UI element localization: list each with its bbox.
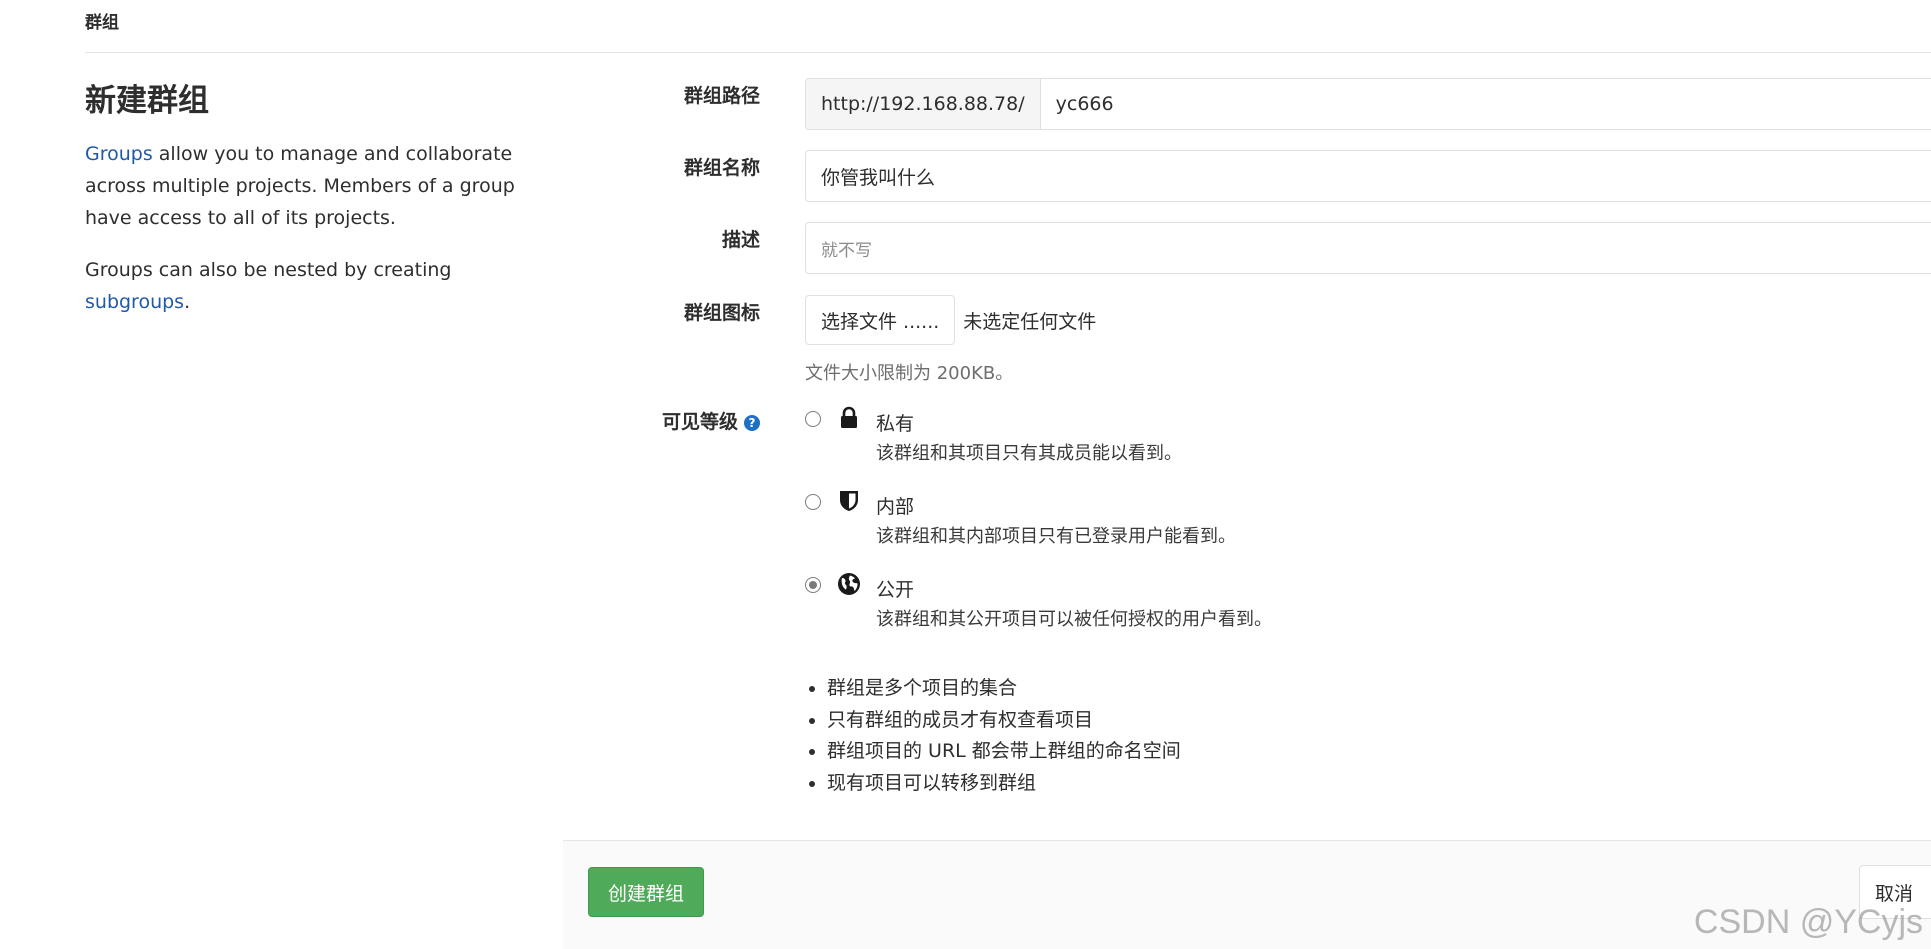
subgroups-link[interactable]: subgroups [85,291,184,313]
list-item: 群组是多个项目的集合 [827,673,1181,705]
description-input[interactable]: 就不写 [805,222,1931,274]
public-description: 该群组和其公开项目可以被任何授权的用户看到。 [876,605,1272,631]
visibility-label-wrap: 可见等级? [560,407,760,434]
file-size-help: 文件大小限制为 200KB。 [805,359,1931,385]
question-circle-icon[interactable]: ? [744,415,760,431]
group-name-label: 群组名称 [560,153,760,180]
shield-icon [837,489,861,513]
intro-paragraph-1: Groups allow you to manage and collabora… [85,138,525,234]
list-item: 现有项目可以转移到群组 [827,768,1181,800]
page-title: 新建群组 [85,75,525,120]
intro-text: Groups allow you to manage and collabora… [85,138,525,318]
group-path-input[interactable]: yc666 [1041,79,1931,129]
private-title: 私有 [876,409,914,436]
description-label: 描述 [560,225,760,252]
group-path-input-group: http://192.168.88.78/ yc666 [805,78,1931,130]
private-radio[interactable] [805,411,821,427]
globe-icon [837,572,861,596]
list-item: 群组项目的 URL 都会带上群组的命名空间 [827,736,1181,768]
list-item: 只有群组的成员才有权查看项目 [827,705,1181,737]
description-value: 就不写 [821,236,872,261]
intro-panel: 新建群组 Groups allow you to manage and coll… [85,75,525,338]
group-path-prefix: http://192.168.88.78/ [806,79,1041,129]
groups-link[interactable]: Groups [85,143,153,165]
file-status: 未选定任何文件 [963,307,1096,334]
visibility-label: 可见等级 [662,411,738,433]
intro-p2-text: Groups can also be nested by creating [85,259,451,281]
watermark: CSDN @YCyjs [1694,903,1923,942]
internal-radio[interactable] [805,494,821,510]
private-description: 该群组和其项目只有其成员能以看到。 [876,439,1182,465]
intro-p2-end: . [184,291,190,313]
internal-description: 该群组和其内部项目只有已登录用户能看到。 [876,522,1236,548]
avatar-label: 群组图标 [560,298,760,325]
top-divider [85,52,1931,53]
create-group-button[interactable]: 创建群组 [588,867,704,917]
public-title: 公开 [876,575,914,602]
group-path-field: http://192.168.88.78/ yc666 [805,78,1931,130]
group-name-input[interactable]: 你管我叫什么 [805,150,1931,202]
group-info-list: 群组是多个项目的集合 只有群组的成员才有权查看项目 群组项目的 URL 都会带上… [805,673,1181,799]
breadcrumb[interactable]: 群组 [85,8,119,33]
intro-paragraph-2: Groups can also be nested by creating su… [85,254,525,318]
lock-icon [837,406,861,430]
public-radio[interactable] [805,577,821,593]
internal-title: 内部 [876,492,914,519]
group-path-label: 群组路径 [560,81,760,108]
choose-file-button[interactable]: 选择文件 ...... [805,295,955,345]
